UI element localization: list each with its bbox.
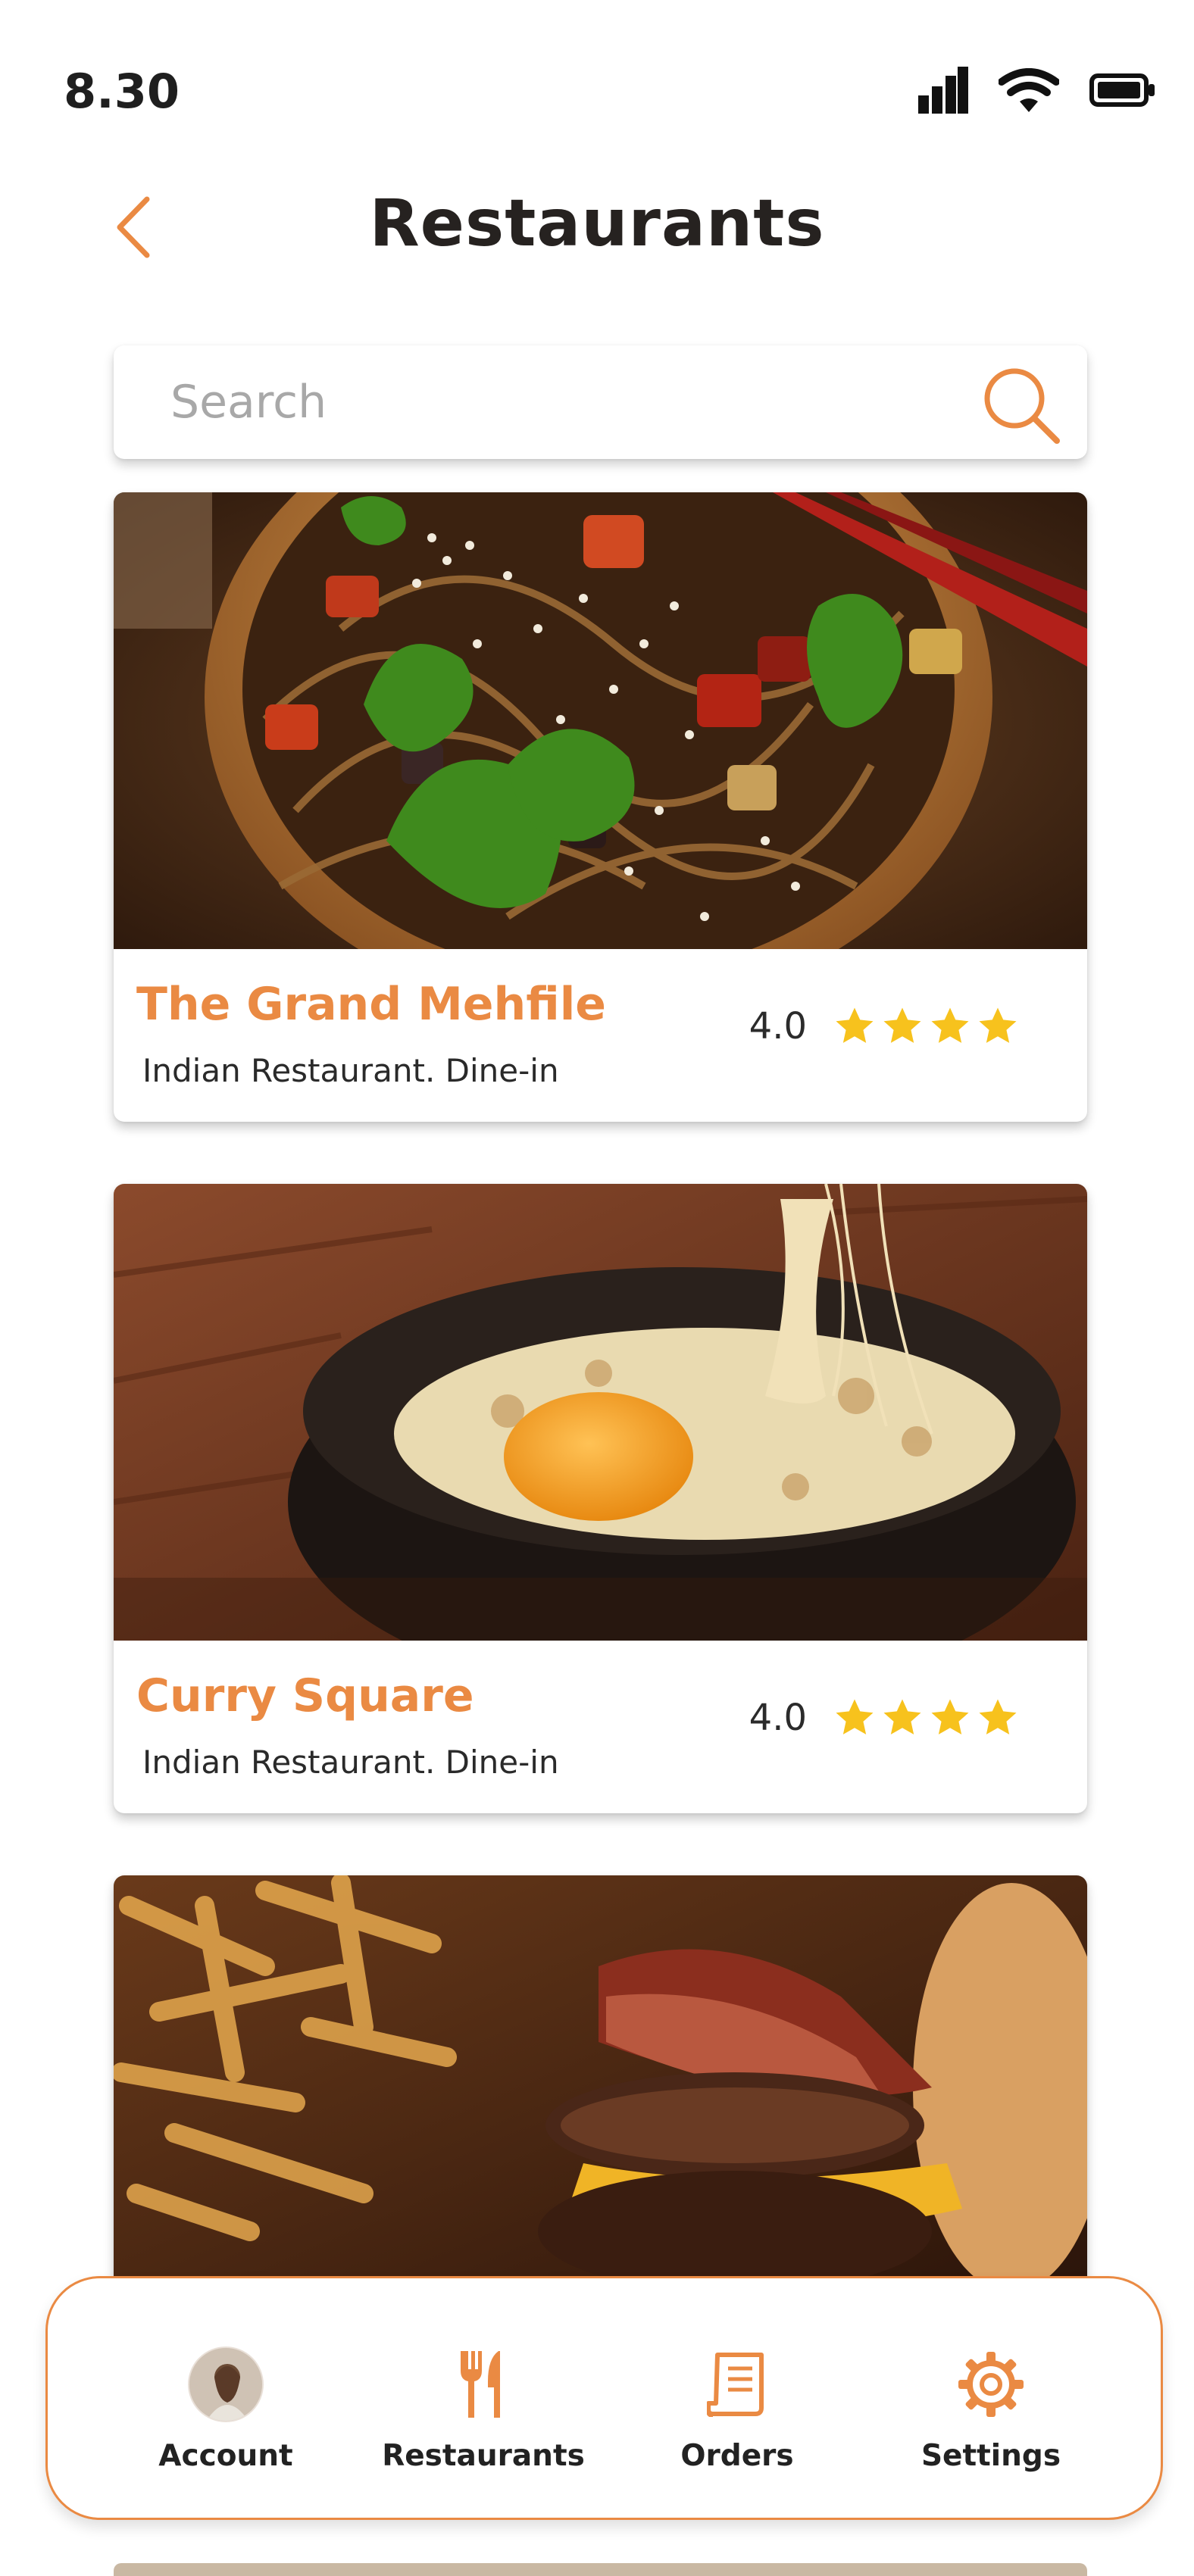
- nav-item-orders[interactable]: Orders: [612, 2278, 862, 2518]
- restaurant-card-partial: [114, 2563, 1087, 2576]
- restaurant-photo: [114, 1184, 1087, 1641]
- status-icons: [918, 67, 1155, 114]
- restaurant-info: Curry Square Indian Restaurant. Dine-in …: [114, 1641, 1087, 1813]
- rating-value: 4.0: [749, 1005, 807, 1048]
- star-icon: [836, 1699, 874, 1735]
- rating: 4.0: [749, 1005, 1019, 1048]
- restaurant-name: The Grand Mehfile: [136, 978, 606, 1031]
- restaurant-card[interactable]: Curry Square Indian Restaurant. Dine-in …: [114, 1184, 1087, 1813]
- nav-label: Settings: [921, 2439, 1061, 2473]
- nav-item-settings[interactable]: Settings: [866, 2278, 1116, 2518]
- restaurant-card[interactable]: The Grand Mehfile Indian Restaurant. Din…: [114, 492, 1087, 1122]
- avatar: [188, 2347, 264, 2422]
- receipt-icon: [707, 2353, 764, 2417]
- search-input[interactable]: [170, 376, 928, 429]
- rating: 4.0: [749, 1697, 1019, 1739]
- bottom-nav: Account Restaurants Orders Settings: [45, 2276, 1163, 2520]
- nav-item-account[interactable]: Account: [101, 2278, 351, 2518]
- star-icon: [883, 1699, 921, 1735]
- nav-item-restaurants[interactable]: Restaurants: [358, 2278, 608, 2518]
- signal-icon: [918, 67, 968, 114]
- star-icon: [979, 1699, 1017, 1735]
- star-icon: [979, 1007, 1017, 1043]
- nav-label: Account: [158, 2439, 293, 2473]
- restaurant-subtitle: Indian Restaurant. Dine-in: [142, 1052, 559, 1089]
- nav-label: Restaurants: [382, 2439, 585, 2473]
- battery-icon: [1089, 73, 1155, 107]
- restaurant-photo: [114, 492, 1087, 949]
- restaurant-photo: [114, 1875, 1087, 2300]
- nav-label: Orders: [680, 2439, 794, 2473]
- page-title: Restaurants: [369, 186, 825, 261]
- search-icon[interactable]: [977, 359, 1066, 448]
- star-icon: [883, 1007, 921, 1043]
- fork-knife-icon: [461, 2351, 500, 2418]
- restaurant-card[interactable]: [114, 1875, 1087, 2300]
- star-icon: [931, 1007, 969, 1043]
- search-bar: [114, 345, 1087, 459]
- wifi-icon: [999, 68, 1059, 112]
- restaurant-name: Curry Square: [136, 1669, 474, 1722]
- restaurant-subtitle: Indian Restaurant. Dine-in: [142, 1744, 559, 1781]
- gear-icon: [958, 2352, 1024, 2417]
- star-icon: [931, 1699, 969, 1735]
- status-time: 8.30: [64, 64, 180, 119]
- restaurant-info: The Grand Mehfile Indian Restaurant. Din…: [114, 949, 1087, 1122]
- star-icon: [836, 1007, 874, 1043]
- rating-value: 4.0: [749, 1697, 807, 1739]
